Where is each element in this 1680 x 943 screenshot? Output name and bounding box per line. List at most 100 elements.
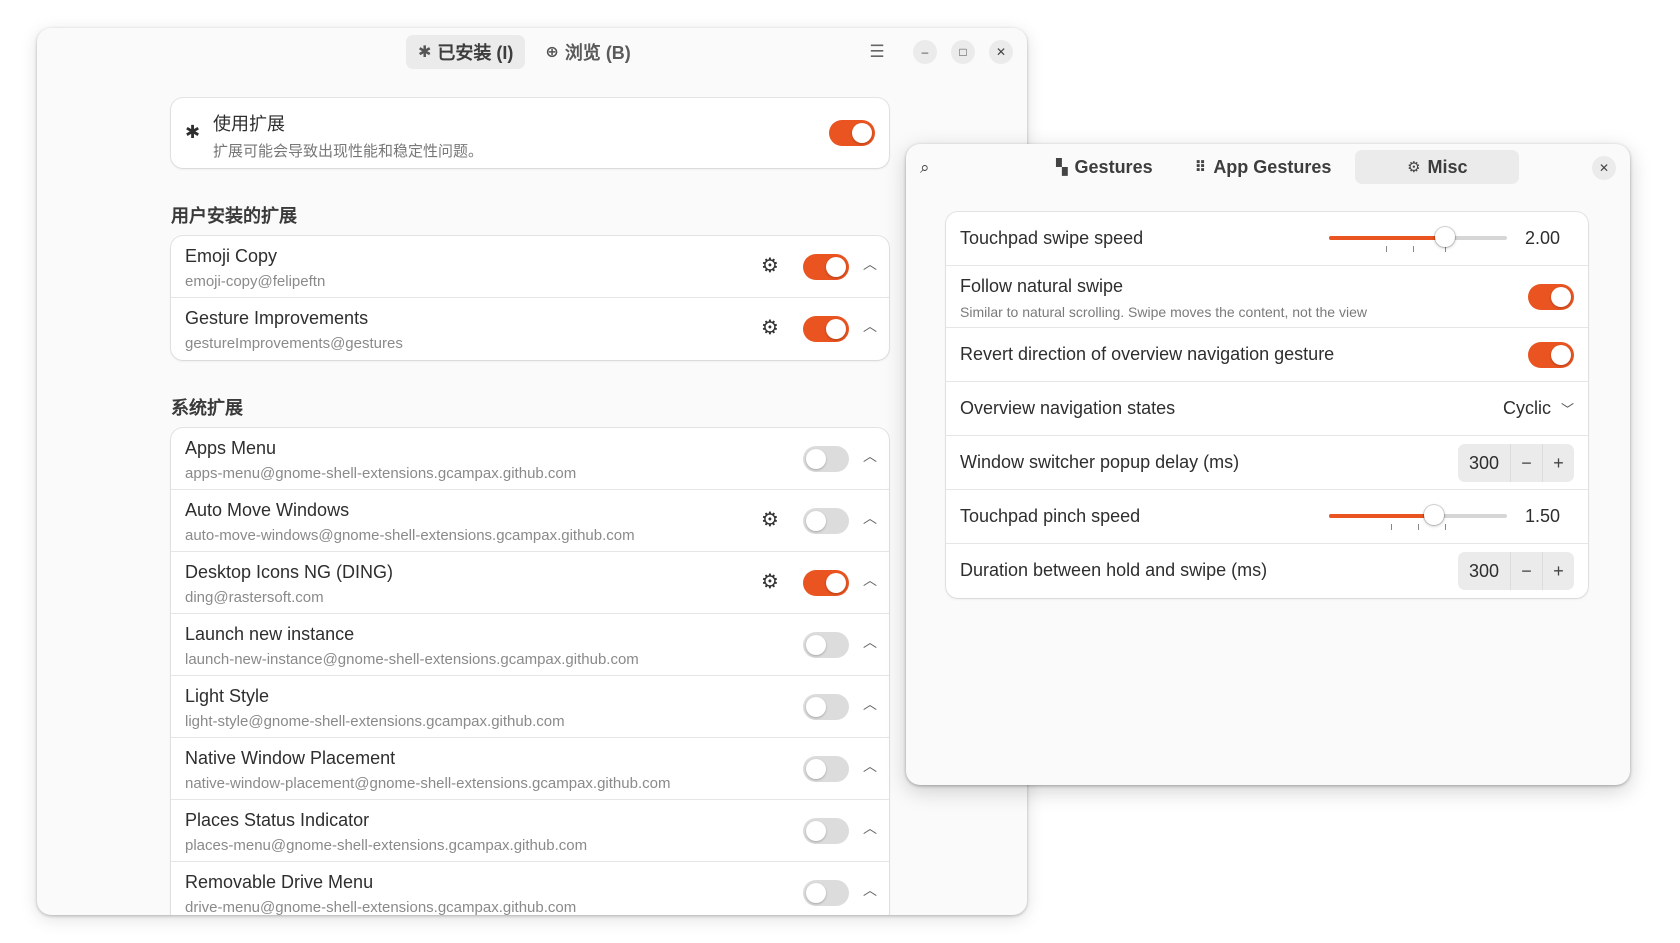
puzzle-icon: ✱ [418, 44, 432, 61]
decrement-button[interactable]: − [1510, 444, 1542, 482]
extension-name: Desktop Icons NG (DING) [185, 562, 394, 582]
swipe-speed-row: Touchpad swipe speed 2.00 [946, 212, 1588, 266]
extension-uuid: light-style@gnome-shell-extensions.gcamp… [185, 713, 565, 730]
gear-icon[interactable]: ⚙ [761, 509, 779, 531]
tab-app-gestures-label: App Gestures [1213, 156, 1332, 177]
revert-direction-toggle[interactable] [1528, 342, 1574, 368]
extension-toggle[interactable] [803, 316, 849, 342]
app-grid-icon: ⠿ [1194, 159, 1207, 176]
hold-swipe-input[interactable]: 300 [1458, 552, 1510, 590]
hold-swipe-label: Duration between hold and swipe (ms) [960, 560, 1268, 580]
slider-tick [1412, 246, 1414, 252]
globe-icon: ⊕ [545, 44, 559, 61]
extension-name: Launch new instance [185, 624, 355, 644]
extension-name: Emoji Copy [185, 246, 278, 266]
chevron-up-icon[interactable]: ︿ [863, 570, 877, 590]
system-extensions-heading: 系统扩展 [171, 398, 243, 418]
revert-direction-row: Revert direction of overview navigation … [946, 328, 1588, 382]
list-item: Gesture Improvements gestureImprovements… [171, 298, 889, 360]
close-button[interactable]: ✕ [1592, 156, 1616, 180]
tab-gestures[interactable]: ▚ Gestures [1038, 150, 1171, 184]
natural-swipe-toggle[interactable] [1528, 284, 1574, 310]
nav-states-dropdown[interactable]: Cyclic ﹀ [1503, 398, 1574, 419]
user-extensions-list: Emoji Copy emoji-copy@felipeftn ⚙ ︿ Gest… [171, 236, 889, 360]
extension-toggle[interactable] [803, 570, 849, 596]
pinch-speed-slider[interactable] [1329, 505, 1507, 530]
use-extensions-subtitle: 扩展可能会导致出现性能和稳定性问题。 [213, 143, 484, 160]
chevron-up-icon[interactable]: ︿ [863, 756, 877, 776]
popup-delay-spinbutton: 300 − + [1458, 444, 1574, 482]
maximize-button[interactable]: □ [951, 40, 975, 64]
extension-toggle[interactable] [803, 818, 849, 844]
use-extensions-toggle[interactable] [829, 120, 875, 146]
search-icon[interactable]: ⌕ [920, 158, 930, 178]
hold-swipe-spinbutton: 300 − + [1458, 552, 1574, 590]
extension-name: Removable Drive Menu [185, 872, 374, 892]
tab-app-gestures[interactable]: ⠿ App Gestures [1177, 150, 1350, 184]
extensions-window: ✱ 已安装 (I) ⊕ 浏览 (B) ☰ – □ ✕ ✱ 使用扩展 扩展可能会导… [37, 28, 1027, 915]
slider-knob[interactable] [1424, 505, 1445, 525]
hold-swipe-row: Duration between hold and swipe (ms) 300… [946, 544, 1588, 598]
minimize-button[interactable]: – [913, 40, 937, 64]
pinch-speed-label: Touchpad pinch speed [960, 506, 1141, 526]
pinch-speed-value: 1.50 [1524, 506, 1560, 526]
decrement-button[interactable]: − [1510, 552, 1542, 590]
extension-uuid: places-menu@gnome-shell-extensions.gcamp… [185, 837, 588, 854]
use-extensions-card: ✱ 使用扩展 扩展可能会导致出现性能和稳定性问题。 [171, 98, 889, 168]
tab-browse[interactable]: ⊕ 浏览 (B) [533, 35, 642, 69]
extension-toggle[interactable] [803, 694, 849, 720]
swipe-speed-slider[interactable] [1329, 227, 1507, 252]
list-item: Emoji Copy emoji-copy@felipeftn ⚙ ︿ [171, 236, 889, 298]
gear-icon[interactable]: ⚙ [761, 255, 779, 277]
chevron-up-icon[interactable]: ︿ [863, 880, 877, 900]
slider-fill [1329, 514, 1435, 518]
chevron-down-icon: ﹀ [1560, 402, 1574, 417]
tab-misc-label: Misc [1427, 156, 1468, 177]
chevron-up-icon[interactable]: ︿ [863, 818, 877, 838]
chevron-up-icon[interactable]: ︿ [863, 316, 877, 336]
chevron-up-icon[interactable]: ︿ [863, 254, 877, 274]
chevron-up-icon[interactable]: ︿ [863, 694, 877, 714]
chevron-up-icon[interactable]: ︿ [863, 446, 877, 466]
increment-button[interactable]: + [1542, 444, 1574, 482]
list-item: Light Style light-style@gnome-shell-exte… [171, 676, 889, 738]
tab-installed[interactable]: ✱ 已安装 (I) [406, 35, 526, 69]
extension-toggle[interactable] [803, 254, 849, 280]
chevron-up-icon[interactable]: ︿ [863, 632, 877, 652]
slider-tick [1385, 246, 1387, 252]
hamburger-menu-icon[interactable]: ☰ [865, 42, 889, 62]
extension-uuid: native-window-placement@gnome-shell-exte… [185, 775, 671, 792]
extensions-content: ✱ 使用扩展 扩展可能会导致出现性能和稳定性问题。 用户安装的扩展 Emoji … [171, 98, 889, 915]
extension-uuid: gestureImprovements@gestures [185, 335, 403, 352]
extension-toggle[interactable] [803, 756, 849, 782]
extension-uuid: apps-menu@gnome-shell-extensions.gcampax… [185, 465, 577, 482]
extension-toggle[interactable] [803, 632, 849, 658]
popup-delay-label: Window switcher popup delay (ms) [960, 452, 1240, 472]
slider-knob[interactable] [1434, 227, 1455, 247]
extension-toggle[interactable] [803, 880, 849, 906]
extension-name: Native Window Placement [185, 748, 396, 768]
chevron-up-icon[interactable]: ︿ [863, 508, 877, 528]
tab-misc[interactable]: ⚙ Misc [1355, 150, 1520, 184]
list-item: Apps Menu apps-menu@gnome-shell-extensio… [171, 428, 889, 490]
nav-states-value: Cyclic [1502, 398, 1551, 418]
close-button[interactable]: ✕ [989, 40, 1013, 64]
nav-states-label: Overview navigation states [960, 398, 1176, 418]
list-item: Desktop Icons NG (DING) ding@rastersoft.… [171, 552, 889, 614]
increment-button[interactable]: + [1542, 552, 1574, 590]
use-extensions-title: 使用扩展 [213, 114, 285, 134]
list-item: Places Status Indicator places-menu@gnom… [171, 800, 889, 862]
prefs-view-switcher: ▚ Gestures ⠿ App Gestures ⚙ Misc [1038, 150, 1520, 184]
gear-icon[interactable]: ⚙ [761, 571, 779, 593]
extension-uuid: auto-move-windows@gnome-shell-extensions… [185, 527, 635, 544]
natural-swipe-label: Follow natural swipe [960, 276, 1124, 296]
extension-toggle[interactable] [803, 446, 849, 472]
extension-toggle[interactable] [803, 508, 849, 534]
extension-name: Gesture Improvements [185, 308, 369, 328]
extension-name: Apps Menu [185, 438, 277, 458]
tab-gestures-label: Gestures [1074, 156, 1153, 177]
popup-delay-input[interactable]: 300 [1458, 444, 1510, 482]
gear-icon[interactable]: ⚙ [761, 317, 779, 339]
slider-tick [1444, 524, 1446, 530]
slider-fill [1329, 236, 1445, 240]
